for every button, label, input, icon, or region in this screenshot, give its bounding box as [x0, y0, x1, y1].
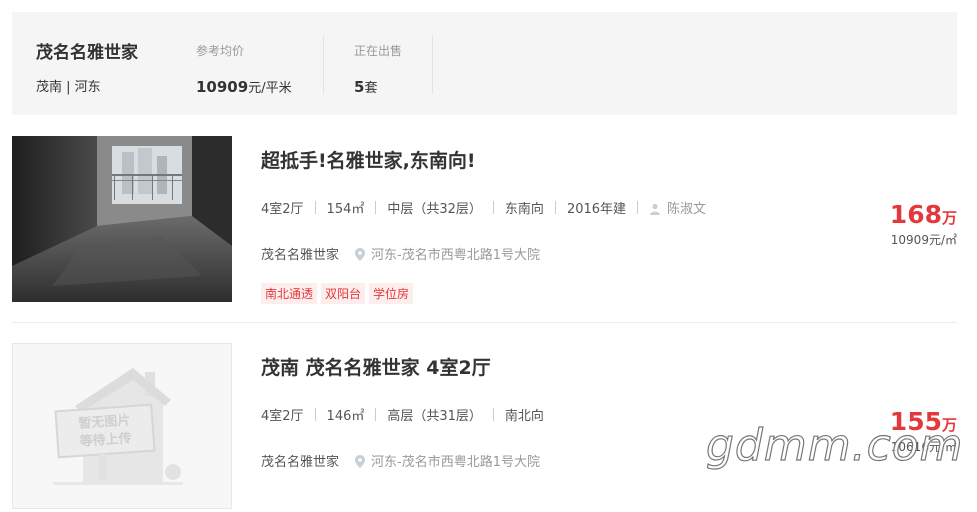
- floor-text: 中层（共32层）: [387, 202, 482, 217]
- listing-divider: [12, 322, 957, 323]
- orientation-text: 南北向: [504, 409, 544, 424]
- listing-address: 茂名名雅世家 河东-茂名市西粤北路1号大院: [261, 451, 540, 472]
- info-divider: [492, 201, 494, 214]
- orientation-text: 东南向: [504, 202, 544, 217]
- header-divider: [323, 36, 324, 94]
- listing-info: 4室2厅 146㎡ 高层（共31层） 南北向: [261, 405, 544, 424]
- on-sale-label: 正在出售: [354, 44, 403, 58]
- unit-price: 10909元/㎡: [890, 233, 957, 247]
- community-summary: 茂名名雅世家 茂南 | 河东 参考均价 10909元/平米 正在出售 5套: [12, 12, 957, 115]
- listing-title[interactable]: 超抵手!名雅世家,东南向!: [261, 146, 476, 173]
- layout-text: 4室2厅: [261, 202, 304, 217]
- year-text: 2016年建: [566, 202, 627, 217]
- price-unit: 万: [941, 209, 957, 227]
- info-divider: [314, 201, 316, 214]
- info-divider: [637, 201, 639, 214]
- on-sale-number: 5: [354, 78, 365, 96]
- avg-price-block: 参考均价 10909元/平米: [196, 42, 292, 96]
- address-text: 河东-茂名市西粤北路1号大院: [371, 455, 540, 470]
- listing-title[interactable]: 茂南 茂名名雅世家 4室2厅: [261, 353, 491, 380]
- avg-price-value: 10909元/平米: [196, 77, 292, 96]
- address-text: 河东-茂名市西粤北路1号大院: [371, 248, 540, 263]
- room-photo-icon: [12, 136, 232, 302]
- site-watermark: gdmm.com: [705, 419, 964, 471]
- info-divider: [554, 201, 556, 214]
- on-sale-unit: 套: [364, 81, 378, 96]
- size-text: 146㎡: [326, 409, 365, 424]
- community-link[interactable]: 茂名名雅世家: [261, 455, 339, 470]
- layout-text: 4室2厅: [261, 409, 304, 424]
- community-link[interactable]: 茂名名雅世家: [261, 248, 339, 263]
- location-pin-icon: [355, 455, 366, 472]
- agent-name[interactable]: 陈淑文: [667, 202, 706, 217]
- info-divider: [375, 201, 377, 214]
- no-image-icon: 暂无图片 等待上传: [53, 368, 183, 485]
- avg-price-unit: 元/平米: [248, 81, 292, 96]
- avg-price-label: 参考均价: [196, 44, 245, 58]
- location-pin-icon: [355, 248, 366, 265]
- info-divider: [492, 408, 494, 421]
- community-area: 茂南 | 河东: [36, 80, 101, 95]
- header-divider: [432, 36, 433, 94]
- listing-address: 茂名名雅世家 河东-茂名市西粤北路1号大院: [261, 244, 540, 265]
- listing-photo[interactable]: [12, 136, 232, 302]
- total-price: 168: [889, 200, 942, 229]
- on-sale-block: 正在出售 5套: [354, 42, 402, 96]
- floor-text: 高层（共31层）: [387, 409, 482, 424]
- listing-price: 168万 10909元/㎡: [890, 200, 957, 248]
- on-sale-value[interactable]: 5套: [354, 77, 402, 96]
- person-icon: [649, 203, 661, 219]
- tag: 南北通透: [261, 283, 318, 304]
- community-name[interactable]: 茂名名雅世家: [36, 38, 138, 63]
- info-divider: [314, 408, 316, 421]
- listing-card[interactable]: 超抵手!名雅世家,东南向! 4室2厅 154㎡ 中层（共32层） 东南向 2016年建 陈…: [12, 136, 957, 304]
- listing-photo-placeholder[interactable]: 暂无图片 等待上传: [12, 343, 232, 509]
- size-text: 154㎡: [326, 202, 365, 217]
- info-divider: [375, 408, 377, 421]
- listing-info: 4室2厅 154㎡ 中层（共32层） 东南向 2016年建 陈淑文: [261, 198, 706, 219]
- tag-list: 南北通透 双阳台 学位房: [261, 283, 417, 304]
- tag: 学位房: [369, 283, 414, 304]
- tag: 双阳台: [321, 283, 366, 304]
- avg-price-number: 10909: [196, 78, 249, 96]
